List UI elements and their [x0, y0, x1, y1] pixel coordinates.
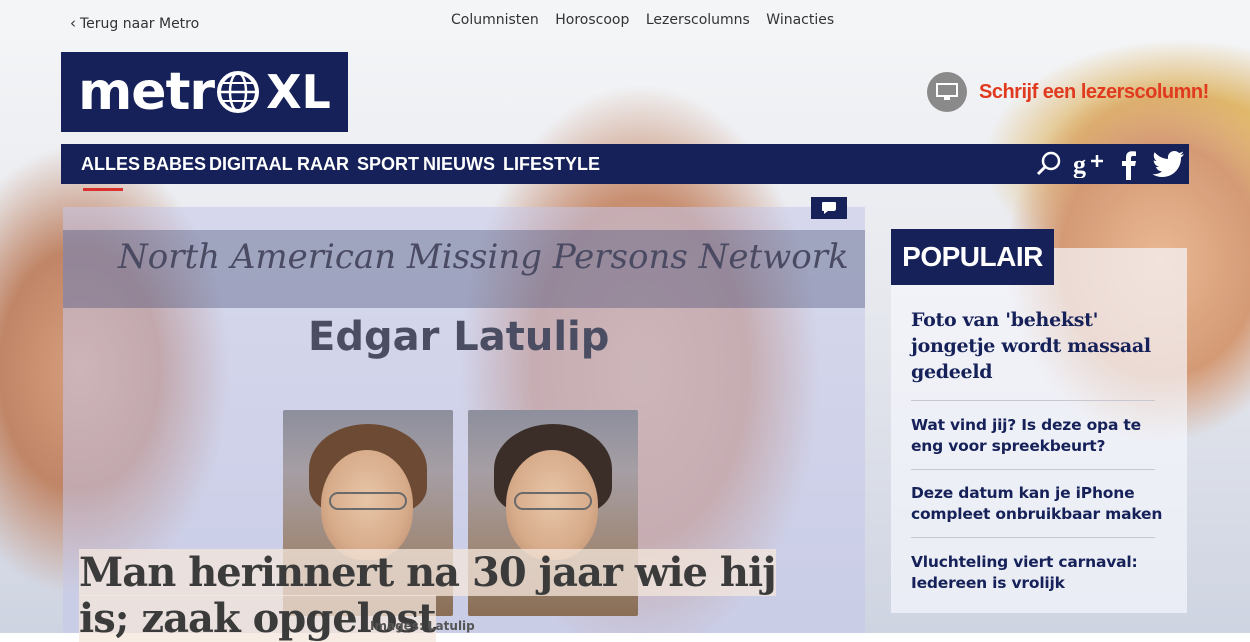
- nav-item-raar[interactable]: RAAR: [297, 154, 349, 175]
- top-utility-bar: ‹ Terug naar Metro Columnisten Horoscoop …: [0, 0, 1250, 40]
- search-icon[interactable]: [1035, 150, 1063, 178]
- divider: [911, 537, 1155, 538]
- popular-item-4[interactable]: Vluchteling viert carnaval: Iedereen is …: [911, 552, 1167, 594]
- back-link-label: Terug naar Metro: [80, 16, 200, 32]
- popular-item-2[interactable]: Wat vind jij? Is deze opa te eng voor sp…: [911, 415, 1167, 457]
- facebook-icon[interactable]: [1119, 150, 1139, 180]
- write-column-label: Schrijf een lezerscolumn!: [979, 80, 1209, 103]
- nav-item-digitaal[interactable]: DIGITAAL: [209, 154, 293, 175]
- top-link-columnisten[interactable]: Columnisten: [451, 12, 539, 28]
- popular-item-1[interactable]: Foto van 'behekst' jongetje wordt massaa…: [911, 307, 1167, 385]
- image-person-name: Edgar Latulip: [308, 314, 610, 360]
- main-nav: ALLES BABES DIGITAAL RAAR SPORT NIEUWS L…: [61, 144, 1189, 191]
- top-links: Columnisten Horoscoop Lezerscolumns Wina…: [451, 12, 846, 28]
- top-link-winacties[interactable]: Winacties: [766, 12, 834, 28]
- monitor-icon: [927, 72, 967, 112]
- nav-item-lifestyle[interactable]: LIFESTYLE: [503, 154, 600, 175]
- popular-item-3[interactable]: Deze datum kan je iPhone compleet onbrui…: [911, 483, 1167, 525]
- nav-item-babes[interactable]: BABES: [143, 154, 206, 175]
- top-link-horoscoop[interactable]: Horoscoop: [555, 12, 629, 28]
- nav-item-sport[interactable]: SPORT: [357, 154, 419, 175]
- write-column-link[interactable]: Schrijf een lezerscolumn!: [927, 72, 1209, 112]
- nav-item-alles[interactable]: ALLES: [81, 154, 140, 175]
- popular-title: POPULAIR: [891, 229, 1054, 285]
- metro-xl-logo[interactable]: metr XL: [61, 52, 348, 132]
- globe-icon: [217, 71, 260, 113]
- chevron-left-icon: ‹: [70, 14, 76, 32]
- logo-xl: XL: [266, 65, 331, 119]
- svg-text:g: g: [1073, 150, 1086, 178]
- image-banner-text: North American Missing Persons Network: [118, 237, 849, 277]
- google-plus-icon[interactable]: g: [1073, 150, 1107, 178]
- nav-item-nieuws[interactable]: NIEUWS: [423, 154, 495, 175]
- image-caption: Images: Latulip: [370, 619, 475, 633]
- active-nav-indicator: [83, 188, 123, 191]
- twitter-icon[interactable]: [1151, 150, 1185, 178]
- top-link-lezerscolumns[interactable]: Lezerscolumns: [646, 12, 750, 28]
- comment-icon[interactable]: [811, 197, 847, 219]
- divider: [911, 400, 1155, 401]
- divider: [911, 469, 1155, 470]
- back-to-metro-link[interactable]: ‹ Terug naar Metro: [70, 14, 199, 32]
- logo-text: metr: [78, 62, 215, 122]
